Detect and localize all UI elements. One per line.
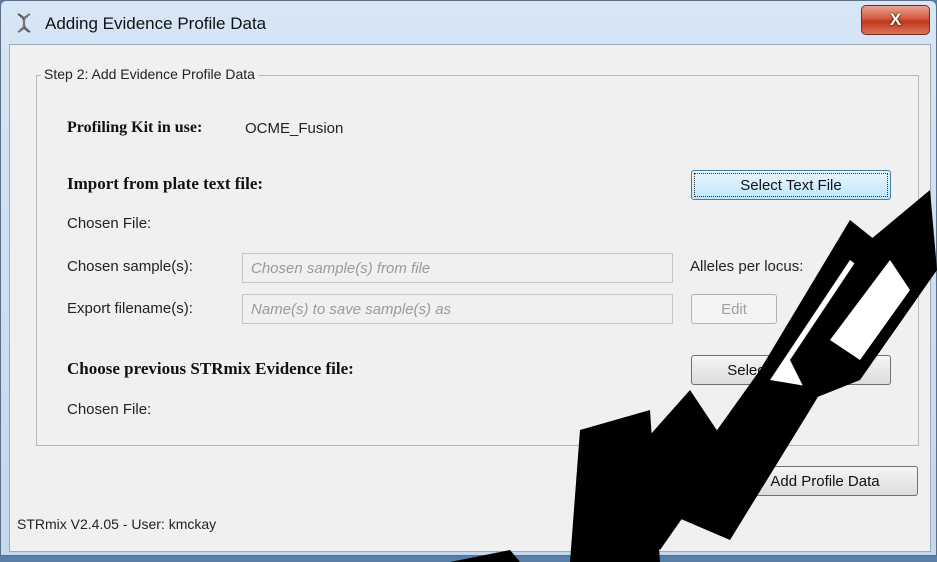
kit-value: OCME_Fusion <box>245 120 344 137</box>
export-filename-field[interactable]: Name(s) to save sample(s) as <box>242 294 673 324</box>
close-icon: X <box>889 10 902 29</box>
cancel-button[interactable]: Cancel <box>609 466 719 496</box>
strmix-heading: Choose previous STRmix Evidence file: <box>67 359 354 378</box>
edit-button[interactable]: Edit <box>691 294 777 324</box>
dialog-window: Adding Evidence Profile Data X Step 2: A… <box>0 0 937 556</box>
chosen-samples-field[interactable]: Chosen sample(s) from file <box>242 253 673 283</box>
select-text-file-button[interactable]: Select Text File <box>691 170 891 200</box>
export-filename-label: Export filename(s): <box>67 300 193 317</box>
chosen-file-label: Chosen File: <box>67 215 152 232</box>
window-title: Adding Evidence Profile Data <box>45 14 267 33</box>
dna-helix-icon <box>17 13 31 33</box>
select-strmix-file-button[interactable]: Select STRmix File <box>691 355 891 385</box>
add-profile-data-button[interactable]: Add Profile Data <box>732 466 918 496</box>
alleles-per-locus-input[interactable]: 15 <box>838 253 891 283</box>
kit-label: Profiling Kit in use: <box>67 119 203 136</box>
chosen-samples-label: Chosen sample(s): <box>67 258 193 275</box>
title-bar[interactable]: Adding Evidence Profile Data X <box>1 1 936 43</box>
alleles-label: Alleles per locus: <box>690 258 804 275</box>
close-button[interactable]: X <box>861 5 930 35</box>
strmix-chosen-file-label: Chosen File: <box>67 401 152 418</box>
step-legend: Step 2: Add Evidence Profile Data <box>41 66 258 82</box>
status-text: STRmix V2.4.05 - User: kmckay <box>17 516 217 532</box>
import-heading: Import from plate text file: <box>67 174 264 193</box>
